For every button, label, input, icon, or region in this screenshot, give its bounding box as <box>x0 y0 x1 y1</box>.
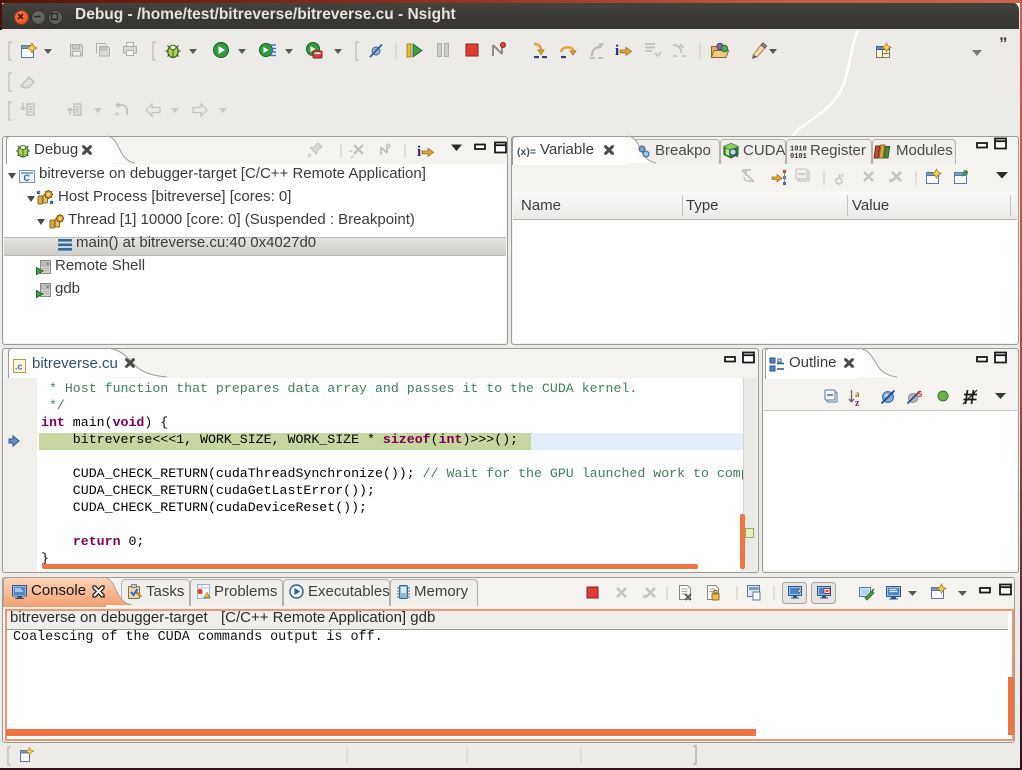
svg-text:z: z <box>855 398 860 409</box>
svg-text:C: C <box>24 173 31 183</box>
svg-text:i: i <box>615 43 619 59</box>
svg-text:(x)=: (x)= <box>517 146 536 158</box>
svg-text:“: “ <box>838 170 844 184</box>
svg-text:S: S <box>917 390 923 399</box>
svg-text:.c: .c <box>15 362 23 372</box>
svg-text:”: ” <box>999 34 1008 53</box>
svg-text:i: i <box>417 144 421 160</box>
svg-text:0101: 0101 <box>790 153 807 161</box>
